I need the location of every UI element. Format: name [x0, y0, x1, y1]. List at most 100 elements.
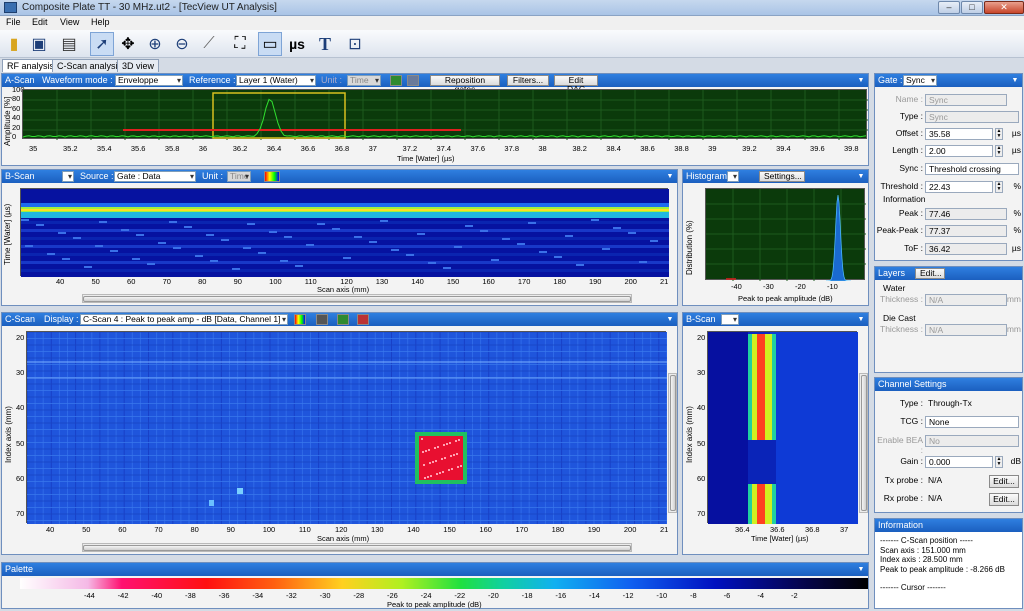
open-folder-icon[interactable]: ▮ — [2, 32, 26, 56]
menu-help[interactable]: Help — [91, 17, 110, 27]
zoom-window-icon[interactable]: ⊡ — [343, 32, 367, 56]
diecast-thickness-field[interactable]: N/A — [925, 324, 1007, 336]
tx-edit-button[interactable]: Edit... — [989, 475, 1019, 488]
bscan-speckle — [284, 236, 292, 238]
bscan-unit-select[interactable]: Time — [227, 171, 251, 182]
tab-3d-view[interactable]: 3D view — [117, 59, 160, 72]
palette-panel: Palette ▼ -44 -42 -40 -38 -36 -34 -32 -30 -28 -26… — [1, 562, 869, 609]
info-line-4: Peak to peak amplitude : -8.266 dB — [880, 564, 1005, 574]
bea-select[interactable]: No — [925, 435, 1019, 447]
sync-select[interactable]: Threshold crossing — [925, 163, 1019, 175]
length-field[interactable]: 2.00 — [925, 145, 993, 157]
bscan-side-plot[interactable] — [707, 331, 858, 524]
text-icon[interactable]: T — [313, 32, 337, 56]
gain-field[interactable]: 0.000 — [925, 456, 993, 468]
reference-label: Reference : — [189, 75, 236, 85]
threshold-spinner[interactable]: ▲ ▼ — [995, 181, 1003, 193]
menu-file[interactable]: File — [6, 17, 21, 27]
peak-field: 77.46 — [925, 208, 1007, 220]
zoom-out-icon[interactable]: ⊖ — [170, 32, 194, 56]
gate-threshold-row: Threshold : 22.43 ▲ ▼ % — [875, 181, 1023, 194]
histogram-plot[interactable] — [705, 188, 866, 281]
tick-label: -18 — [521, 591, 533, 600]
cscan-hscroll[interactable] — [82, 543, 632, 552]
close-button[interactable]: ✕ — [984, 1, 1024, 14]
rx-edit-button[interactable]: Edit... — [989, 493, 1019, 506]
water-thickness-field[interactable]: N/A — [925, 294, 1007, 306]
overlay-icon[interactable] — [316, 314, 328, 325]
edit-dac-button[interactable]: Edit DAC — [554, 75, 598, 94]
filters-button[interactable]: Filters... — [507, 75, 549, 86]
tick-label: 36.8 — [334, 144, 350, 153]
tick-label: 38 — [538, 144, 547, 153]
defect-speckle — [439, 472, 441, 474]
pointer-icon[interactable]: ➚ — [90, 32, 114, 56]
zoom-in-icon[interactable]: ⊕ — [143, 32, 167, 56]
bside-echo — [757, 484, 765, 524]
gate-select[interactable]: Sync — [903, 75, 937, 86]
scale-icon[interactable]: ▭ — [258, 32, 282, 56]
histogram-settings-button[interactable]: Settings... — [759, 171, 805, 182]
menu-view[interactable]: View — [60, 17, 79, 27]
tab-rf-analysis[interactable]: RF analysis — [2, 59, 60, 72]
color-toggle-icon[interactable] — [337, 314, 349, 325]
fit-icon[interactable]: ⛶ — [228, 32, 252, 56]
reposition-gates-button[interactable]: Reposition gates — [430, 75, 500, 94]
reference-select[interactable]: Layer 1 (Water) — [236, 75, 316, 86]
export-icon[interactable] — [357, 314, 369, 325]
cscan-plot[interactable] — [26, 331, 667, 524]
tab-cscan-analysis[interactable]: C-Scan analysis — [52, 59, 128, 72]
grid-icon[interactable] — [407, 75, 419, 86]
bscan-speckle — [565, 235, 573, 237]
bscan-speckle — [528, 222, 536, 224]
layers-edit-button[interactable]: Edit... — [915, 268, 945, 279]
length-label: Length : — [892, 145, 923, 155]
maximize-button[interactable]: □ — [961, 1, 983, 14]
gate-name-label: Name : — [895, 94, 923, 104]
threshold-field[interactable]: 22.43 — [925, 181, 993, 193]
collapse-arrow-icon[interactable]: ▼ — [856, 74, 866, 87]
palette-icon[interactable] — [294, 314, 306, 325]
cscan-vscroll[interactable] — [668, 373, 677, 513]
menu-edit[interactable]: Edit — [32, 17, 48, 27]
collapse-arrow-icon[interactable]: ▼ — [856, 563, 866, 576]
scroll-thumb[interactable] — [83, 545, 631, 551]
toolbar: ▮ ▣ ▤ ➚ ✥ ⊕ ⊖ ⟋ ⛶ ▭ µs T ⊡ — [0, 30, 1024, 58]
minimize-button[interactable]: – — [938, 1, 960, 14]
save-icon[interactable]: ▣ — [27, 32, 51, 56]
threshold-label: Threshold : — [880, 181, 923, 191]
collapse-arrow-icon[interactable]: ▼ — [856, 170, 866, 183]
bscan-plot[interactable] — [20, 188, 669, 277]
bscan-side-vscroll[interactable] — [859, 373, 868, 513]
ruler-icon[interactable]: ⟋ — [197, 32, 221, 56]
bscan-hscroll[interactable] — [82, 294, 632, 303]
offset-spinner[interactable]: ▲ ▼ — [995, 128, 1003, 140]
tcg-select[interactable]: None — [925, 416, 1019, 428]
color-toggle-icon[interactable] — [390, 75, 402, 86]
bscan-side-menu-select[interactable] — [721, 314, 739, 325]
tick-label: 37.6 — [470, 144, 486, 153]
source-select[interactable]: Gate : Data — [114, 171, 196, 182]
collapse-arrow-icon[interactable]: ▼ — [665, 170, 675, 183]
palette-icon[interactable] — [264, 171, 280, 182]
move-icon[interactable]: ✥ — [116, 32, 140, 56]
waveform-mode-select[interactable]: Enveloppe — [115, 75, 183, 86]
offset-field[interactable]: 35.58 — [925, 128, 993, 140]
collapse-arrow-icon[interactable]: ▼ — [665, 313, 675, 326]
gain-spinner[interactable]: ▲ ▼ — [995, 456, 1003, 468]
scroll-thumb[interactable] — [670, 375, 676, 511]
scroll-thumb[interactable] — [861, 375, 867, 511]
bscan-menu-select[interactable] — [62, 171, 74, 182]
length-spinner[interactable]: ▲ ▼ — [995, 145, 1003, 157]
units-icon[interactable]: µs — [285, 32, 309, 56]
gate-name-field[interactable]: Sync — [925, 94, 1007, 106]
print-icon[interactable]: ▤ — [57, 32, 81, 56]
ascan-unit-select[interactable]: Time — [347, 75, 381, 86]
histogram-menu-select[interactable] — [727, 171, 739, 182]
gate-type-select[interactable]: Sync — [925, 111, 1019, 123]
display-select[interactable]: C-Scan 4 : Peak to peak amp - dB [Data, … — [80, 314, 288, 325]
scroll-thumb[interactable] — [83, 296, 631, 302]
collapse-arrow-icon[interactable]: ▼ — [856, 313, 866, 326]
collapse-arrow-icon[interactable]: ▼ — [1010, 74, 1020, 87]
ascan-plot[interactable] — [22, 89, 868, 140]
